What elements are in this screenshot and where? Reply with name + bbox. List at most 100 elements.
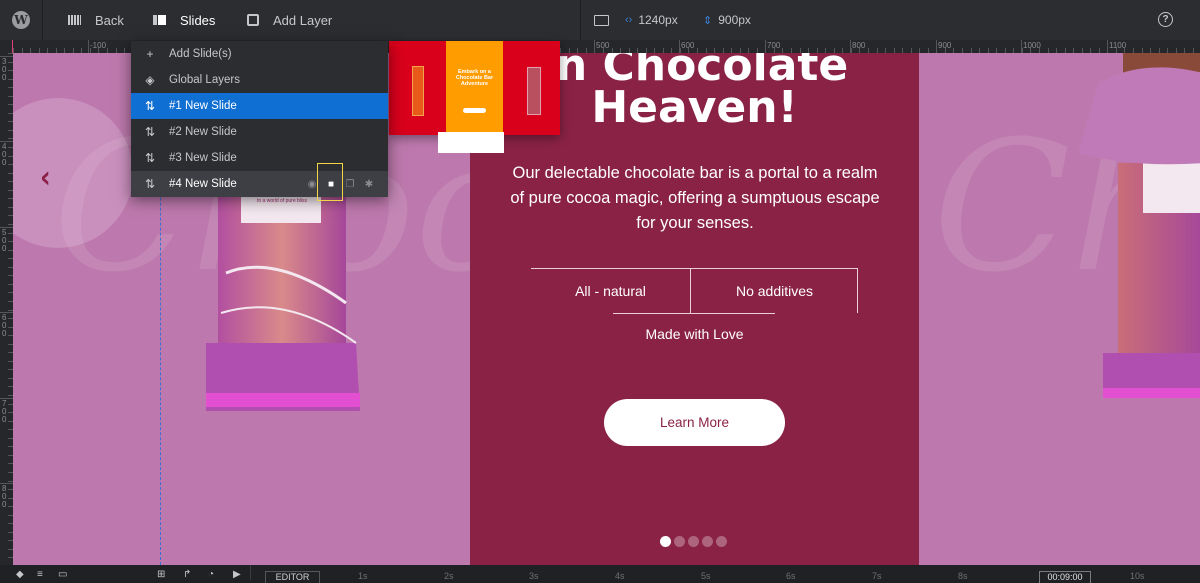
back-grid-icon — [68, 15, 81, 25]
ruler-major-tick — [1021, 40, 1022, 53]
timeline-bar: ◆ ≡ ▭ ⊞ ↱ ◔ ▶ EDITOR 1s 2s 3s 4s 5s 6s 7s 8s 10s… — [0, 565, 1200, 583]
feature-made-with-love: Made with Love — [645, 326, 744, 342]
delete-trash-icon[interactable]: ■ — [326, 179, 336, 190]
slides-icon — [153, 15, 166, 25]
chocolate-bar-image-right — [1078, 53, 1200, 398]
height-value: 900px — [718, 13, 751, 27]
pagination-dot[interactable] — [660, 536, 671, 547]
sort-arrows-icon: ⇅ — [144, 151, 156, 165]
slides-menu-item-label: #3 New Slide — [169, 152, 237, 164]
slides-menu-item[interactable]: + Add Slide(s) — [131, 41, 388, 67]
ruler-major-tick — [88, 40, 89, 53]
add-layer-icon — [247, 14, 259, 26]
ruler-major-tick — [765, 40, 766, 53]
settings-gear-icon[interactable]: ✱ — [364, 179, 374, 190]
wordpress-logo-icon: W — [12, 11, 30, 29]
slide-row-actions: ◉ ■ ❐ ✱ — [307, 171, 374, 197]
editor-tab[interactable]: EDITOR — [265, 571, 320, 583]
slides-menu-item-label: #2 New Slide — [169, 126, 237, 138]
ruler-major-tick — [850, 40, 851, 53]
ruler-label: 400 — [2, 142, 7, 167]
ruler-corner — [0, 40, 13, 53]
pagination-dot[interactable] — [702, 536, 713, 547]
top-toolbar: W Back Slides Add Layer ‹› 1240px ⇕ 900p… — [0, 0, 1200, 40]
back-button[interactable]: Back — [68, 0, 124, 40]
learn-more-button[interactable]: Learn More — [604, 399, 785, 446]
slides-menu-item-label: Global Layers — [169, 74, 240, 86]
prev-slide-arrow-icon[interactable]: ‹ — [40, 160, 51, 196]
pagination-dot[interactable] — [716, 536, 727, 547]
ruler-label: 1100 — [1109, 41, 1127, 50]
ruler-label: 600 — [2, 313, 7, 338]
layers-toggle-icon[interactable]: ◆ — [16, 570, 28, 580]
ruler-label: 800 — [2, 484, 7, 509]
ruler-label: 500 — [596, 41, 610, 50]
ruler-major-tick — [679, 40, 680, 53]
ruler-label: 800 — [852, 41, 866, 50]
slides-label: Slides — [180, 12, 216, 28]
timeline-divider — [250, 565, 251, 580]
ruler-label: -100 — [90, 41, 107, 50]
add-layer-label: Add Layer — [273, 12, 333, 28]
height-field[interactable]: ⇕ 900px — [703, 0, 751, 40]
preview-center: Embark on a Chocolate Bar Adventure — [446, 41, 503, 135]
visibility-eye-icon[interactable]: ◉ — [307, 179, 317, 190]
grid-icon[interactable]: ⊞ — [157, 570, 169, 580]
list-icon[interactable]: ≡ — [37, 570, 49, 580]
ruler-label: 1000 — [1023, 41, 1041, 50]
slides-menu-item[interactable]: ⇅ #3 New Slide — [131, 145, 388, 171]
sort-arrows-icon: ⇅ — [144, 99, 156, 113]
duplicate-icon[interactable]: ❐ — [345, 179, 355, 190]
feature-no-additives: No additives — [735, 283, 814, 299]
ruler-major-tick — [1107, 40, 1108, 53]
slides-menu-item[interactable]: ⇅ #4 New Slide ◉ ■ ❐ ✱ — [131, 163, 388, 201]
intro-paragraph: Our delectable chocolate bar is a portal… — [510, 164, 880, 232]
width-value: 1240px — [638, 13, 678, 27]
ruler-label: 700 — [2, 399, 7, 424]
slide-pagination-dots — [660, 536, 727, 547]
sort-arrows-icon: ⇅ — [144, 125, 156, 139]
up-down-icon: ⇕ — [703, 14, 713, 27]
ruler-label: 700 — [767, 41, 781, 50]
preview-caption-box — [438, 132, 504, 153]
current-time-display[interactable]: 00:09:00 — [1039, 571, 1091, 583]
wrapper-text: to a world of pure bliss — [257, 198, 308, 204]
wordpress-button[interactable]: W — [0, 0, 43, 40]
device-toggle[interactable] — [594, 0, 609, 40]
preview-title: Embark on a Chocolate Bar Adventure — [455, 69, 494, 87]
toolbar-divider — [580, 0, 581, 40]
slides-menu-item-label: #1 New Slide — [169, 100, 237, 112]
feature-border-bottom — [613, 313, 775, 314]
preview-bar-left — [412, 66, 424, 116]
help-circle-icon[interactable]: ? — [1158, 12, 1173, 27]
back-label: Back — [95, 12, 124, 28]
ruler-label: 300 — [2, 57, 7, 82]
feature-all-natural: All - natural — [575, 283, 646, 299]
play-icon[interactable]: ▶ — [233, 570, 245, 580]
preview-button — [463, 108, 486, 113]
code-brackets-icon: ‹› — [625, 14, 633, 26]
sort-arrows-icon: ⇅ — [144, 177, 156, 191]
preview-bar-right — [527, 67, 541, 115]
slides-button[interactable]: Slides — [153, 0, 215, 40]
chocolate-bar-image-left: to a world of pure bliss — [206, 193, 360, 411]
slides-menu-item[interactable]: ⇅ #2 New Slide — [131, 119, 388, 145]
pagination-dot[interactable] — [688, 536, 699, 547]
plus-icon: + — [146, 47, 154, 61]
ruler-label: 900 — [938, 41, 952, 50]
pagination-dot[interactable] — [674, 536, 685, 547]
ruler-label: 500 — [2, 228, 7, 253]
slides-menu-item-label: Add Slide(s) — [169, 48, 232, 60]
width-field[interactable]: ‹› 1240px — [625, 0, 678, 40]
slides-menu-item-label: #4 New Slide — [169, 178, 237, 190]
slides-menu-item[interactable]: ◈ Global Layers — [131, 67, 388, 93]
vertical-ruler: 300 400 500 600 700 800 — [0, 53, 13, 565]
slides-menu-item[interactable]: ⇅ #1 New Slide — [131, 93, 388, 119]
add-layer-button[interactable]: Add Layer — [247, 0, 332, 40]
stopwatch-icon[interactable]: ◔ — [208, 570, 220, 580]
redo-icon[interactable]: ↱ — [183, 570, 195, 580]
slide-thumbnail-preview: Embark on a Chocolate Bar Adventure — [389, 41, 560, 135]
ruler-major-tick — [594, 40, 595, 53]
folder-icon[interactable]: ▭ — [58, 570, 70, 580]
desktop-monitor-icon — [594, 14, 609, 26]
